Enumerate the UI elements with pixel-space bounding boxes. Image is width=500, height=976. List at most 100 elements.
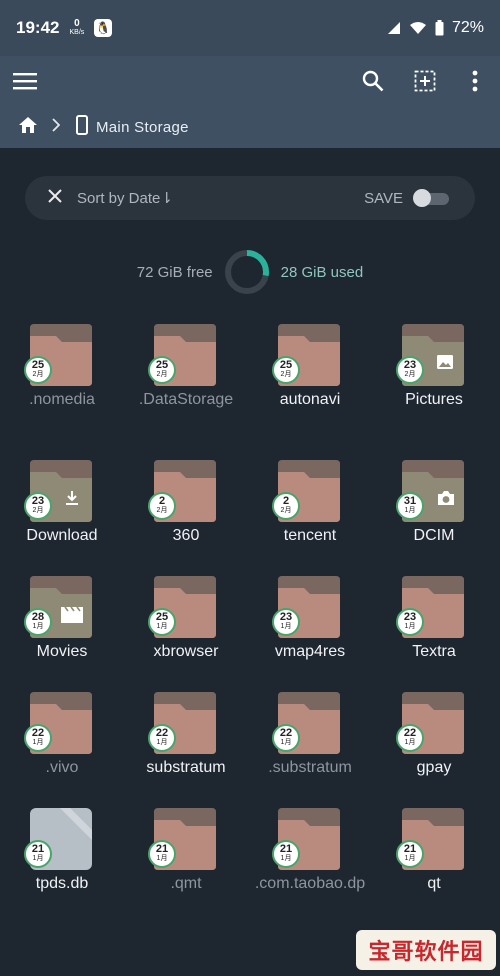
date-day: 22 [31, 727, 45, 739]
folder-name: autonavi [279, 391, 341, 408]
watermark: 宝哥软件园 [356, 930, 496, 970]
search-icon[interactable] [358, 66, 388, 96]
date-day: 23 [31, 495, 45, 507]
date-month: 1月 [280, 623, 292, 630]
date-badge: 23 2月 [396, 356, 424, 384]
date-day: 23 [403, 611, 417, 623]
date-day: 22 [155, 727, 169, 739]
date-month: 1月 [32, 623, 44, 630]
wifi-icon [409, 22, 426, 34]
folder-name: Pictures [405, 391, 463, 408]
date-day: 28 [31, 611, 45, 623]
date-badge: 28 1月 [24, 608, 52, 636]
save-toggle-knob [413, 189, 431, 207]
folder-name: vmap4res [274, 643, 346, 660]
hamburger-menu-icon[interactable] [10, 66, 40, 96]
folder-name: .com.taobao.dp [254, 875, 366, 892]
date-day: 23 [403, 359, 417, 371]
date-month: 1月 [32, 855, 44, 862]
camera-icon [436, 490, 456, 511]
more-vert-icon[interactable] [460, 66, 490, 96]
folder-name: .vivo [45, 759, 79, 776]
folder-name: Textra [412, 643, 456, 660]
date-badge: 25 2月 [148, 356, 176, 384]
date-day: 31 [403, 495, 417, 507]
status-right: 72% [387, 19, 484, 37]
date-day: 21 [155, 843, 169, 855]
sort-direction-arrow: ⇂ [160, 190, 173, 207]
date-day: 21 [279, 843, 293, 855]
folder-name: DCIM [413, 527, 455, 544]
movie-icon [60, 606, 84, 629]
date-day: 21 [403, 843, 417, 855]
date-day: 21 [31, 843, 45, 855]
date-badge: 21 1月 [148, 840, 176, 868]
breadcrumb-main-storage[interactable]: Main Storage [96, 119, 189, 136]
select-all-icon[interactable] [410, 66, 440, 96]
date-badge: 22 1月 [148, 724, 176, 752]
folder-name: qt [427, 875, 441, 892]
date-month: 2月 [32, 507, 44, 514]
date-month: 1月 [32, 739, 44, 746]
folder-name: Movies [36, 643, 88, 660]
folder-name: substratum [146, 759, 226, 776]
date-badge: 31 1月 [396, 492, 424, 520]
date-month: 1月 [156, 855, 168, 862]
date-month: 2月 [156, 371, 168, 378]
date-month: 2月 [156, 507, 168, 514]
folder-name: .qmt [170, 875, 202, 892]
date-month: 1月 [280, 855, 292, 862]
status-bar: 19:42 0 KB/s 🐧 72% [0, 0, 500, 56]
date-badge: 2 2月 [148, 492, 176, 520]
date-badge: 23 2月 [24, 492, 52, 520]
chevron-right-icon [52, 117, 61, 137]
date-badge: 22 1月 [272, 724, 300, 752]
date-badge: 23 1月 [272, 608, 300, 636]
storage-free: 72 GiB free [136, 263, 213, 281]
battery-percent: 72% [451, 19, 484, 36]
date-badge: 2 2月 [272, 492, 300, 520]
date-month: 1月 [156, 623, 168, 630]
download-icon [64, 490, 80, 511]
folder-name: 360 [172, 527, 200, 544]
status-time: 19:42 [16, 18, 60, 37]
date-badge: 23 1月 [396, 608, 424, 636]
storage-used: 28 GiB used [280, 263, 364, 281]
folder-name: xbrowser [153, 643, 219, 660]
sort-label[interactable]: Sort by Date⇂ [77, 189, 173, 207]
sort-label-text: Sort by Date [77, 190, 161, 207]
date-month: 1月 [156, 739, 168, 746]
home-icon[interactable] [18, 116, 38, 139]
date-month: 1月 [404, 855, 416, 862]
date-day: 25 [279, 359, 293, 371]
image-icon [436, 354, 454, 375]
date-month: 1月 [280, 739, 292, 746]
date-month: 2月 [32, 371, 44, 378]
date-month: 2月 [280, 371, 292, 378]
save-toggle[interactable] [413, 189, 451, 207]
sort-bar: Sort by Date⇂ SAVE [25, 176, 475, 220]
toolbar [0, 56, 500, 106]
date-day: 25 [31, 359, 45, 371]
storage-usage: 72 GiB free 28 GiB used [0, 246, 500, 298]
phone-icon [76, 114, 88, 140]
date-month: 2月 [404, 371, 416, 378]
net-speed-unit: KB/s [69, 29, 85, 36]
folder-name: tencent [283, 527, 337, 544]
date-badge: 21 1月 [396, 840, 424, 868]
close-icon[interactable] [47, 188, 63, 209]
breadcrumb: Main Storage [0, 106, 500, 148]
folder-name: Download [26, 527, 98, 544]
folder-name: tpds.db [35, 875, 89, 892]
date-badge: 21 1月 [24, 840, 52, 868]
qq-notification-icon: 🐧 [94, 19, 113, 37]
date-day: 25 [155, 359, 169, 371]
battery-icon [435, 20, 444, 36]
signal-icon [387, 22, 400, 34]
date-month: 2月 [280, 507, 292, 514]
net-speed: 0 KB/s [69, 19, 84, 37]
date-month: 1月 [404, 739, 416, 746]
date-badge: 22 1月 [24, 724, 52, 752]
save-label: SAVE [364, 189, 403, 207]
date-day: 25 [155, 611, 169, 623]
